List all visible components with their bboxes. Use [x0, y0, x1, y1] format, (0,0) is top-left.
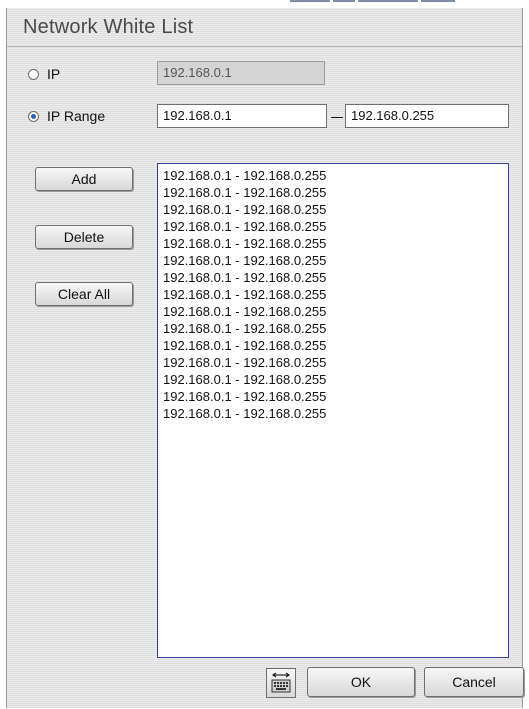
ok-button[interactable]: OK	[307, 667, 415, 697]
add-button[interactable]: Add	[35, 167, 133, 191]
list-item[interactable]: 192.168.0.1 - 192.168.0.255	[163, 201, 508, 218]
ip-range-to-input[interactable]: 192.168.0.255	[345, 104, 509, 128]
list-item[interactable]: 192.168.0.1 - 192.168.0.255	[163, 405, 508, 422]
list-item[interactable]: 192.168.0.1 - 192.168.0.255	[163, 320, 508, 337]
white-list-listbox[interactable]: 192.168.0.1 - 192.168.0.255 192.168.0.1 -…	[157, 163, 509, 658]
ip-radio[interactable]	[28, 69, 39, 80]
list-item[interactable]: 192.168.0.1 - 192.168.0.255	[163, 388, 508, 405]
list-item[interactable]: 192.168.0.1 - 192.168.0.255	[163, 235, 508, 252]
range-separator	[331, 117, 343, 118]
list-item[interactable]: 192.168.0.1 - 192.168.0.255	[163, 252, 508, 269]
dialog-title: Network White List	[23, 16, 194, 38]
list-item[interactable]: 192.168.0.1 - 192.168.0.255	[163, 303, 508, 320]
list-item[interactable]: 192.168.0.1 - 192.168.0.255	[163, 371, 508, 388]
keyboard-icon	[271, 672, 291, 693]
list-item[interactable]: 192.168.0.1 - 192.168.0.255	[163, 354, 508, 371]
keyboard-button[interactable]	[266, 668, 296, 698]
clear-all-button[interactable]: Clear All	[35, 282, 133, 306]
dialog-titlebar: Network White List	[7, 8, 522, 47]
list-item[interactable]: 192.168.0.1 - 192.168.0.255	[163, 218, 508, 235]
ip-range-from-input[interactable]: 192.168.0.1	[157, 104, 327, 128]
top-edge-artifact	[290, 0, 480, 4]
ip-range-label: IP Range	[47, 108, 106, 124]
network-white-list-dialog: Network White List IP 192.168.0.1 IP Ran…	[6, 8, 524, 708]
delete-button[interactable]: Delete	[35, 225, 133, 249]
ip-label: IP	[47, 66, 61, 82]
ip-input[interactable]: 192.168.0.1	[157, 61, 325, 85]
ip-range-radio[interactable]	[28, 111, 39, 122]
cancel-button[interactable]: Cancel	[424, 667, 524, 697]
list-item[interactable]: 192.168.0.1 - 192.168.0.255	[163, 167, 508, 184]
list-item[interactable]: 192.168.0.1 - 192.168.0.255	[163, 269, 508, 286]
list-item[interactable]: 192.168.0.1 - 192.168.0.255	[163, 286, 508, 303]
list-item[interactable]: 192.168.0.1 - 192.168.0.255	[163, 184, 508, 201]
list-item[interactable]: 192.168.0.1 - 192.168.0.255	[163, 337, 508, 354]
